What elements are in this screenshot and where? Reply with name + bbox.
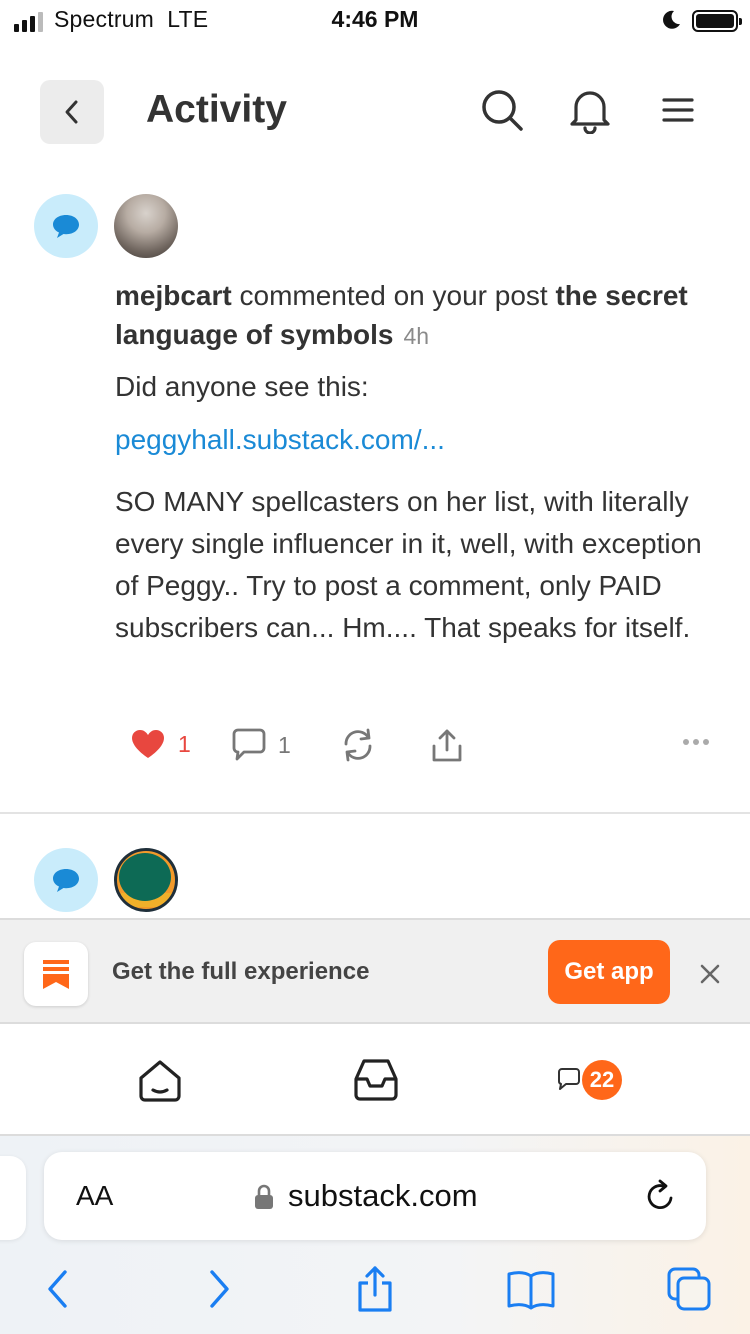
chat-bubble-icon [53,869,79,892]
substack-logo-icon [43,960,69,989]
comment-link[interactable]: peggyhall.substack.com/... [115,424,445,456]
app-header: Activity [0,40,750,184]
nav-inbox[interactable] [348,1052,404,1108]
chat-icon [558,1068,580,1090]
avatar[interactable] [114,848,178,912]
get-app-banner: Get the full experience Get app [0,918,750,1024]
tabs-icon [667,1267,711,1311]
browser-back-button[interactable] [33,1264,83,1314]
avatar[interactable] [114,194,178,258]
comment-badge [34,848,98,912]
nav-chat[interactable] [554,1052,584,1108]
reply-button[interactable]: 1 [230,728,291,762]
get-app-button[interactable]: Get app [548,940,670,1004]
item-divider [0,812,750,814]
comment-body: SO MANY spellcasters on her list, with l… [115,486,702,643]
timestamp: 4h [403,323,430,349]
chevron-left-icon [48,1270,67,1308]
banner-text: Get the full experience [112,958,370,985]
menu-icon [662,98,694,122]
browser-toolbar: AA substack.com [0,1136,750,1334]
comment-icon [232,728,266,761]
activity-headline: mejbcart commented on your post the secr… [115,276,715,356]
bell-icon [570,91,610,134]
share-button[interactable] [430,728,464,764]
like-button[interactable]: 1 [130,728,191,760]
actor-name[interactable]: mejbcart [115,280,232,311]
book-icon [507,1271,555,1310]
comment-badge [34,194,98,258]
menu-button[interactable] [654,86,702,134]
share-icon [358,1266,392,1312]
inbox-icon [354,1059,398,1101]
substack-logo [24,942,88,1006]
browser-share-button[interactable] [350,1264,400,1314]
tabs-button[interactable] [664,1264,714,1314]
home-icon [139,1060,181,1102]
activity-action: commented on your post [239,280,548,311]
chevron-left-icon [65,100,78,124]
address-bar[interactable]: AA substack.com [44,1152,706,1240]
chat-count-badge: 22 [582,1060,622,1100]
nav-home[interactable] [132,1052,188,1108]
like-count: 1 [178,730,191,757]
battery-icon [692,10,742,32]
browser-forward-button[interactable] [194,1264,244,1314]
heart-icon [132,730,164,758]
search-button[interactable] [478,86,526,134]
comment-intro: Did anyone see this: [115,371,369,402]
app-bottom-nav: 22 [0,1024,750,1136]
comment-actions: 1 1 [0,720,750,776]
more-options-button[interactable] [682,738,710,746]
restack-icon [344,728,372,762]
lock-icon [255,1184,273,1209]
url-text[interactable]: substack.com [288,1178,478,1214]
reader-settings-button[interactable]: AA [76,1180,113,1212]
page-title: Activity [146,88,287,131]
chevron-right-icon [210,1270,229,1308]
chat-bubble-icon [53,215,79,238]
reload-icon[interactable] [644,1178,678,1214]
do-not-disturb-icon [663,10,680,29]
status-bar: Spectrum LTE 4:46 PM [0,0,750,40]
share-icon [432,729,462,762]
search-icon [482,90,523,131]
restack-button[interactable] [340,728,376,762]
bookmarks-button[interactable] [506,1264,556,1314]
close-icon [700,964,720,984]
ellipsis-icon [683,739,709,745]
notifications-button[interactable] [566,86,614,134]
close-banner-button[interactable] [692,956,728,992]
back-button[interactable] [40,80,104,144]
status-time: 4:46 PM [331,6,419,32]
previous-tab-peek[interactable] [0,1156,26,1240]
reply-count: 1 [278,731,291,758]
